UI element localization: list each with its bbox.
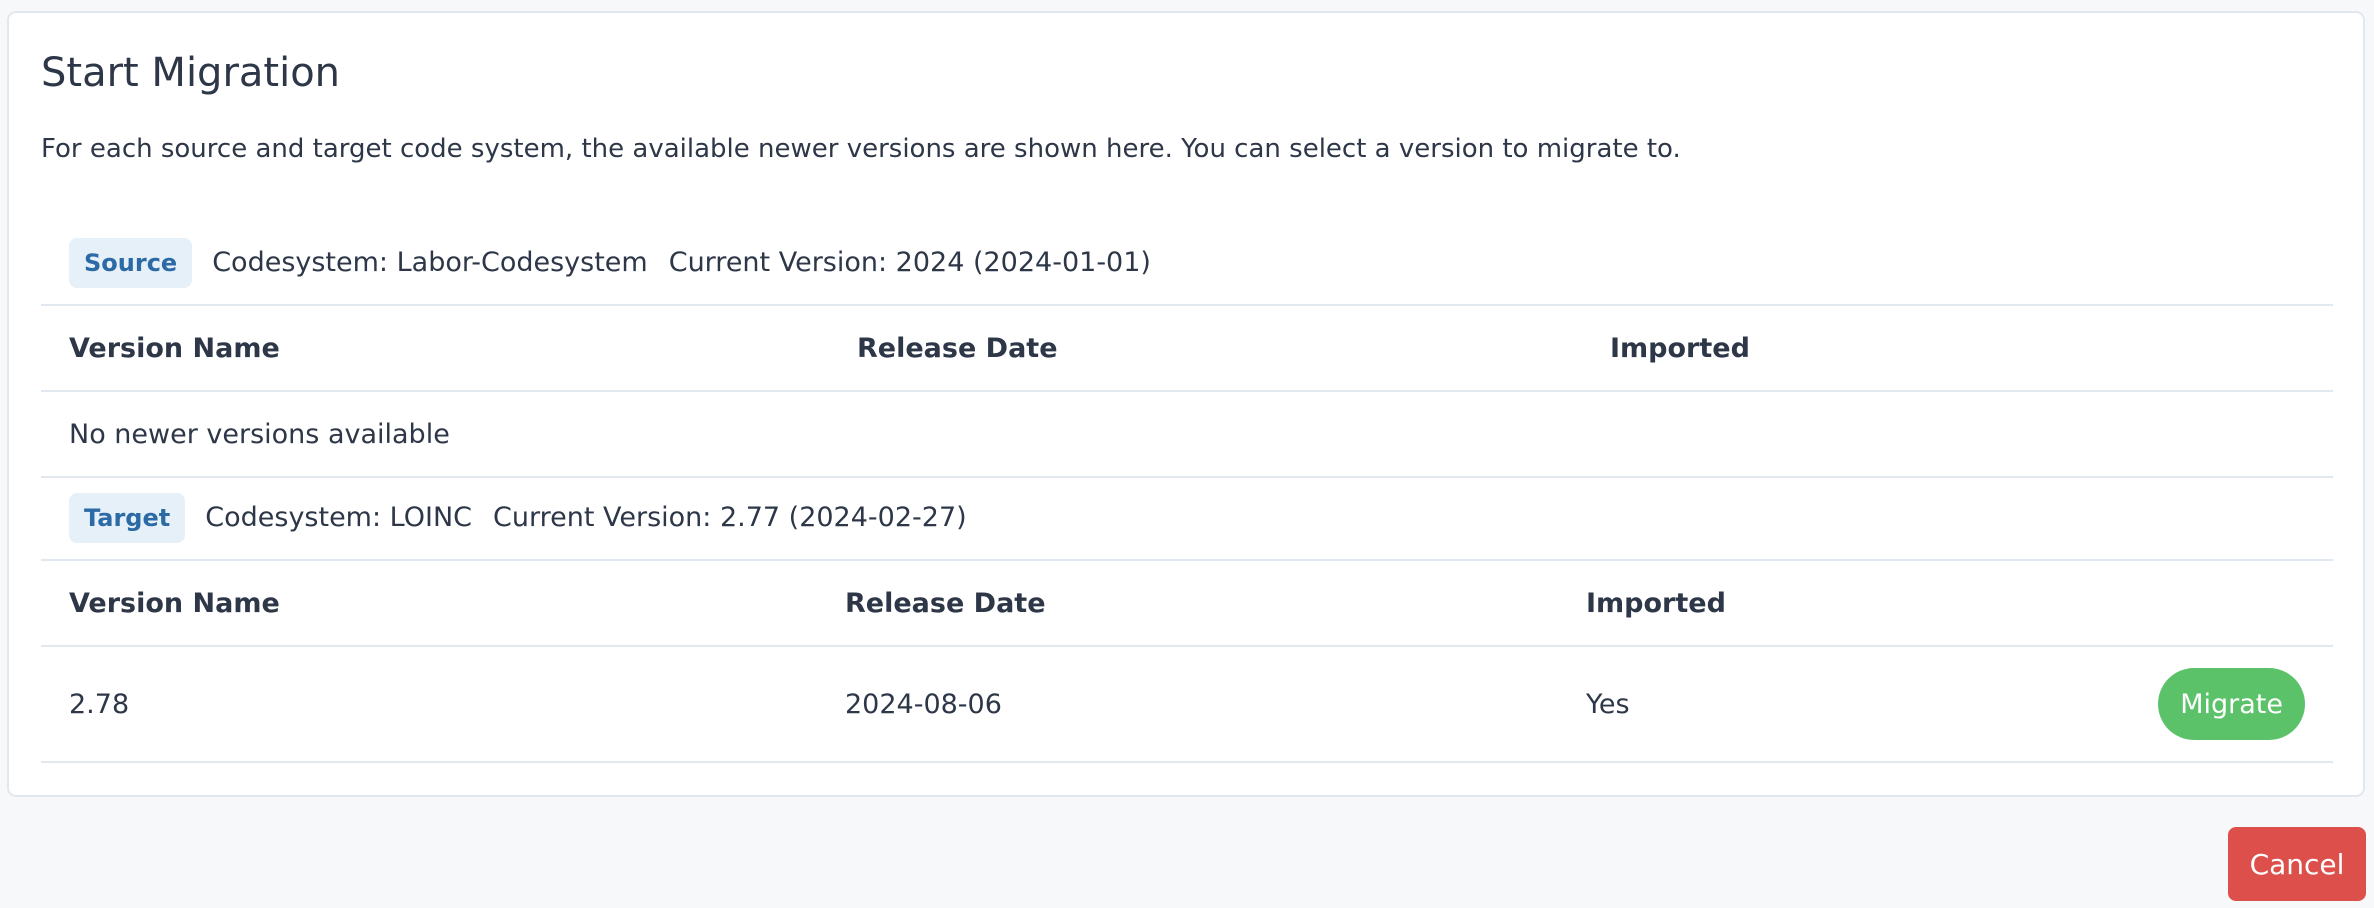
table-header-row: Version Name Release Date Imported bbox=[41, 306, 2333, 392]
empty-row: No newer versions available bbox=[41, 391, 2333, 478]
migration-card: Start Migration For each source and targ… bbox=[7, 11, 2365, 797]
cell-imported: Yes bbox=[1558, 646, 2093, 763]
card-title: Start Migration bbox=[41, 50, 341, 96]
column-header-version-name: Version Name bbox=[41, 561, 817, 647]
column-header-imported: Imported bbox=[1582, 306, 2333, 392]
target-codesystem-name: Codesystem: LOINC bbox=[205, 502, 473, 533]
source-system-section: Source Codesystem: Labor-Codesystem Curr… bbox=[41, 221, 2333, 478]
target-system-header: Target Codesystem: LOINC Current Version… bbox=[41, 476, 2333, 561]
column-header-version-name: Version Name bbox=[41, 306, 829, 392]
table-header-row: Version Name Release Date Imported bbox=[41, 561, 2333, 647]
cell-action: Migrate bbox=[2093, 646, 2333, 763]
column-header-release-date: Release Date bbox=[817, 561, 1558, 647]
migrate-button[interactable]: Migrate bbox=[2158, 668, 2305, 740]
column-header-action bbox=[2093, 561, 2333, 647]
source-badge: Source bbox=[69, 237, 193, 288]
column-header-imported: Imported bbox=[1558, 561, 2093, 647]
source-system-header: Source Codesystem: Labor-Codesystem Curr… bbox=[41, 221, 2333, 306]
cell-release-date: 2024-08-06 bbox=[817, 646, 1558, 763]
source-codesystem-name: Codesystem: Labor-Codesystem bbox=[212, 247, 648, 278]
target-badge: Target bbox=[69, 492, 186, 543]
column-header-release-date: Release Date bbox=[829, 306, 1582, 392]
target-system-section: Target Codesystem: LOINC Current Version… bbox=[41, 476, 2333, 763]
card-description: For each source and target code system, … bbox=[41, 134, 1681, 164]
target-versions-table: Version Name Release Date Imported 2.78 … bbox=[41, 561, 2333, 763]
cell-version-name: 2.78 bbox=[41, 646, 817, 763]
cancel-button[interactable]: Cancel bbox=[2228, 827, 2366, 901]
empty-message: No newer versions available bbox=[41, 391, 2333, 478]
source-versions-table: Version Name Release Date Imported No ne… bbox=[41, 306, 2333, 478]
table-row: 2.78 2024-08-06 Yes Migrate bbox=[41, 646, 2333, 763]
source-current-version: Current Version: 2024 (2024-01-01) bbox=[668, 247, 1151, 278]
target-current-version: Current Version: 2.77 (2024-02-27) bbox=[493, 502, 967, 533]
